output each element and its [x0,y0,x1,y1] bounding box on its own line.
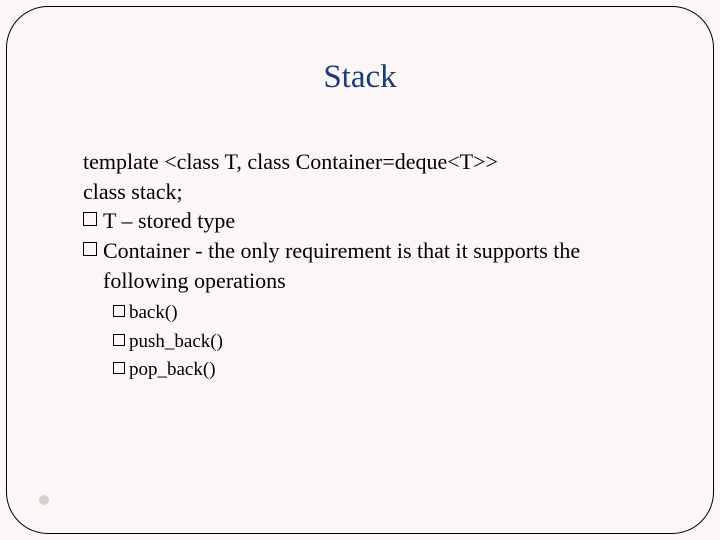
op-back-text: back() [129,299,178,328]
op-pop-back-text: pop_back() [129,356,216,385]
square-bullet-icon [113,362,125,374]
op-push-back-text: push_back() [129,328,223,357]
square-bullet-icon [83,242,97,256]
square-bullet-icon [113,305,125,317]
corner-dot-icon [39,495,49,505]
bullet-container-param: Container - the only requirement is that… [83,236,653,295]
code-line-2: class stack; [83,177,653,207]
operations-list: back() push_back() pop_back() [113,299,653,385]
square-bullet-icon [83,212,97,226]
slide-content: template <class T, class Container=deque… [83,147,653,385]
slide-frame: Stack template <class T, class Container… [6,6,714,534]
slide-title: Stack [7,59,713,96]
op-back: back() [113,299,653,328]
square-bullet-icon [113,334,125,346]
code-line-1: template <class T, class Container=deque… [83,147,653,177]
bullet-t-text: T – stored type [103,206,653,236]
op-push-back: push_back() [113,328,653,357]
bullet-container-text: Container - the only requirement is that… [103,236,653,295]
bullet-t-param: T – stored type [83,206,653,236]
slide: Stack template <class T, class Container… [0,0,720,540]
op-pop-back: pop_back() [113,356,653,385]
